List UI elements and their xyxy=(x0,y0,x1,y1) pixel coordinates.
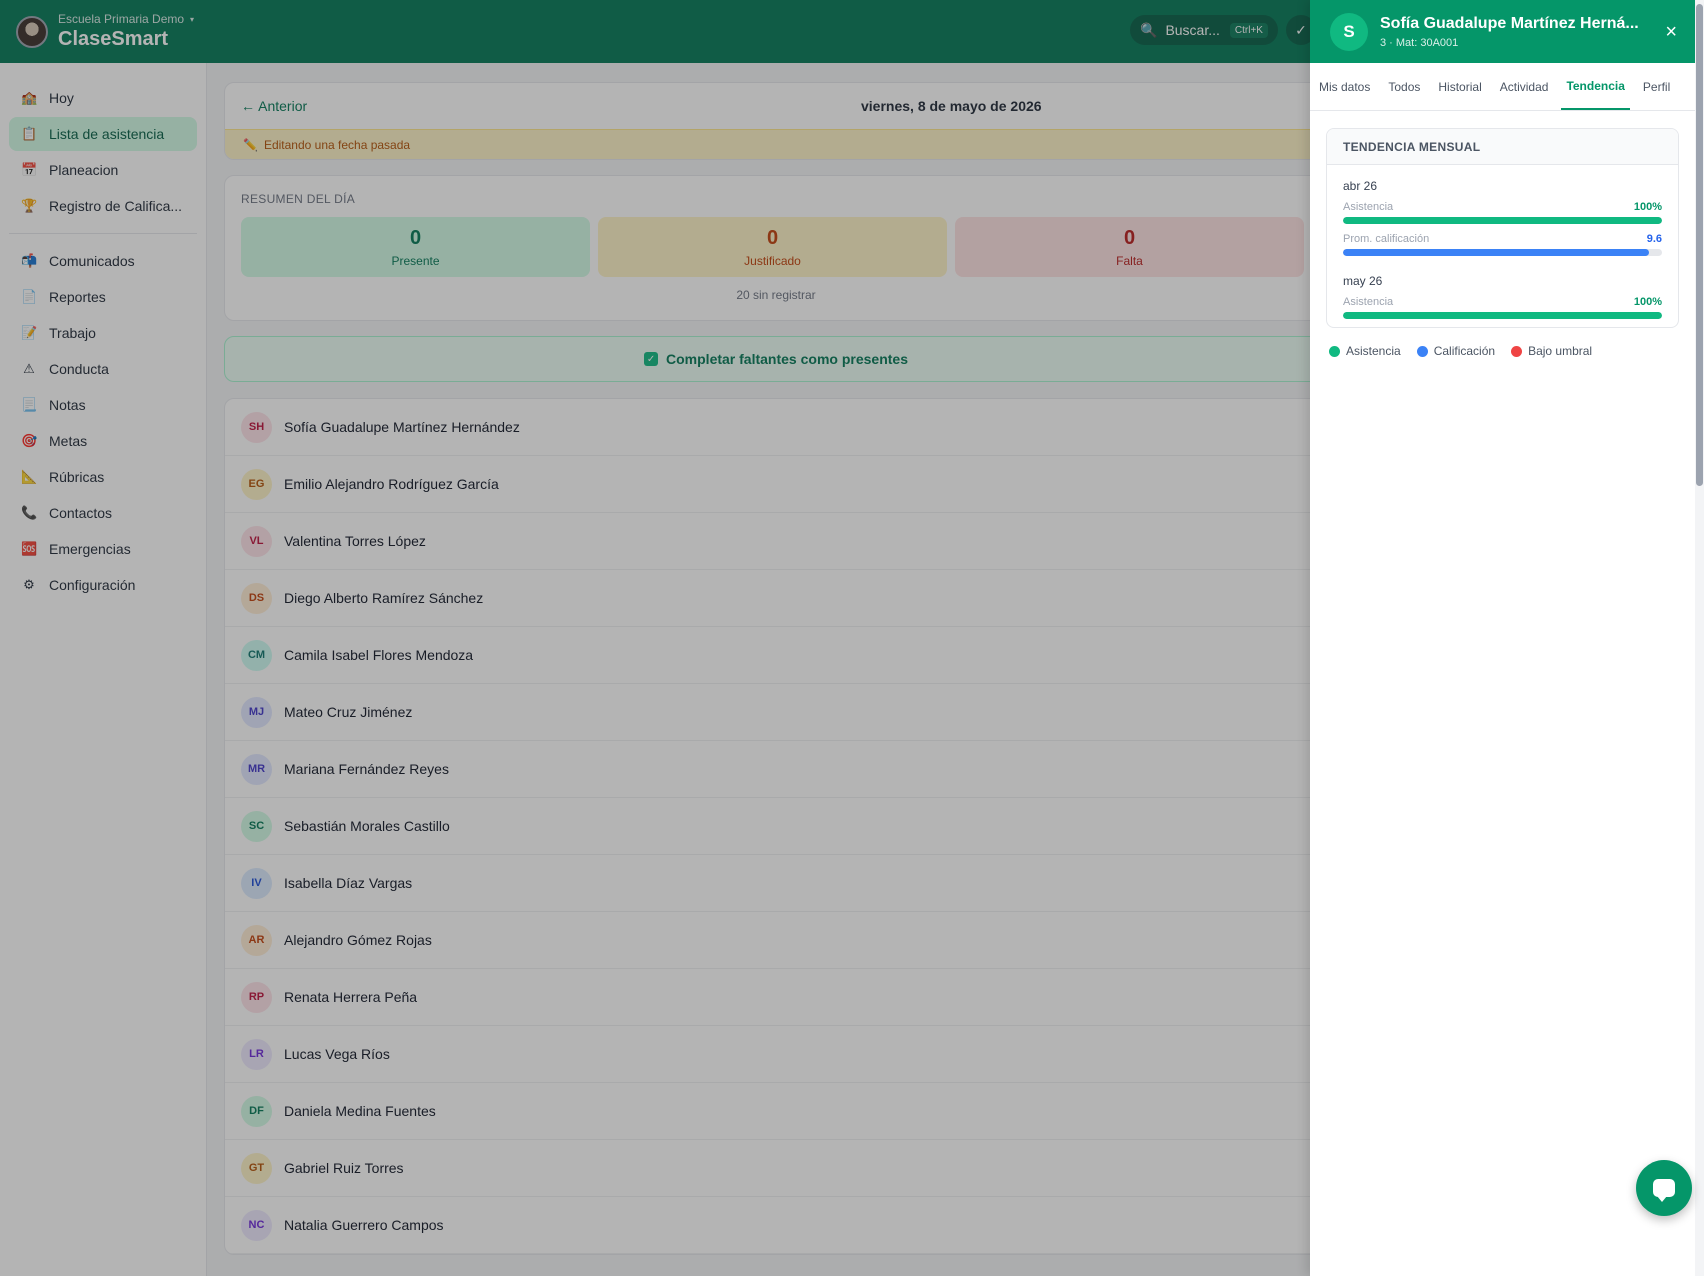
metric-value: 100% xyxy=(1633,296,1662,308)
scrollbar-thumb[interactable] xyxy=(1696,4,1703,486)
metric-bar-fill xyxy=(1343,249,1650,256)
metric-bar-fill xyxy=(1343,217,1662,224)
tab-historial[interactable]: Historial xyxy=(1433,63,1486,110)
legend-item-bajo-umbral: Bajo umbral xyxy=(1511,344,1592,358)
metric-bar-fill xyxy=(1343,312,1662,319)
legend-dot-icon xyxy=(1416,345,1428,357)
tab-mis-datos[interactable]: Mis datos xyxy=(1314,63,1375,110)
metric-bar xyxy=(1343,249,1662,256)
student-avatar: S xyxy=(1330,12,1368,51)
legend-item-asistencia: Asistencia xyxy=(1329,344,1401,358)
metric-row: Asistencia 100% xyxy=(1343,296,1662,308)
metric-value: 9.6 xyxy=(1646,233,1662,245)
legend-item-calificacion: Calificación xyxy=(1416,344,1496,358)
legend-dot-icon xyxy=(1329,345,1340,357)
trend-legend: Asistencia Calificación Bajo umbral xyxy=(1310,344,1695,358)
metric-label: Asistencia xyxy=(1343,201,1394,213)
tab-perfil[interactable]: Perfil xyxy=(1638,63,1675,110)
panel-tabs: Mis datos Todos Historial Actividad Tendenci… xyxy=(1310,63,1695,111)
metric-prom-calificacion: Prom. calificación 9.6 xyxy=(1343,233,1662,256)
trend-title: TENDENCIA MENSUAL xyxy=(1327,129,1678,165)
scrollbar[interactable] xyxy=(1695,0,1704,1276)
legend-label: Bajo umbral xyxy=(1528,344,1593,358)
student-subtitle: 3 · Mat: 30A001 xyxy=(1380,36,1459,49)
metric-asistencia: Asistencia 100% xyxy=(1343,201,1662,224)
chat-button[interactable] xyxy=(1636,1160,1692,1216)
tab-tendencia[interactable]: Tendencia xyxy=(1561,63,1630,110)
metric-bar xyxy=(1343,217,1662,224)
student-name: Sofía Guadalupe Martínez Herná... xyxy=(1380,14,1639,32)
metric-asistencia: Asistencia 100% xyxy=(1343,296,1662,319)
metric-label: Asistencia xyxy=(1343,296,1394,308)
legend-dot-icon xyxy=(1511,345,1523,357)
metric-row: Prom. calificación 9.6 xyxy=(1343,233,1662,245)
legend-label: Asistencia xyxy=(1346,344,1401,358)
panel-header: S Sofía Guadalupe Martínez Herná... 3 · … xyxy=(1310,0,1695,63)
close-icon[interactable]: × xyxy=(1665,22,1677,42)
metric-row: Asistencia 100% xyxy=(1343,201,1662,213)
chat-icon xyxy=(1653,1179,1675,1202)
tab-todos[interactable]: Todos xyxy=(1383,63,1425,110)
legend-label: Calificación xyxy=(1433,344,1496,358)
metric-label: Prom. calificación xyxy=(1343,233,1430,245)
monthly-trend-card: TENDENCIA MENSUAL abr 26 Asistencia 100% Pr… xyxy=(1326,128,1679,328)
trend-body: abr 26 Asistencia 100% Prom. calificación 9.… xyxy=(1327,165,1678,327)
modal-backdrop[interactable] xyxy=(0,0,1310,1276)
month-label: abr 26 xyxy=(1343,179,1378,193)
metric-bar xyxy=(1343,312,1662,319)
student-detail-panel: S Sofía Guadalupe Martínez Herná... 3 · … xyxy=(1310,0,1695,1276)
month-label: may 26 xyxy=(1343,274,1383,288)
metric-value: 100% xyxy=(1633,201,1662,213)
tab-actividad[interactable]: Actividad xyxy=(1495,63,1554,110)
